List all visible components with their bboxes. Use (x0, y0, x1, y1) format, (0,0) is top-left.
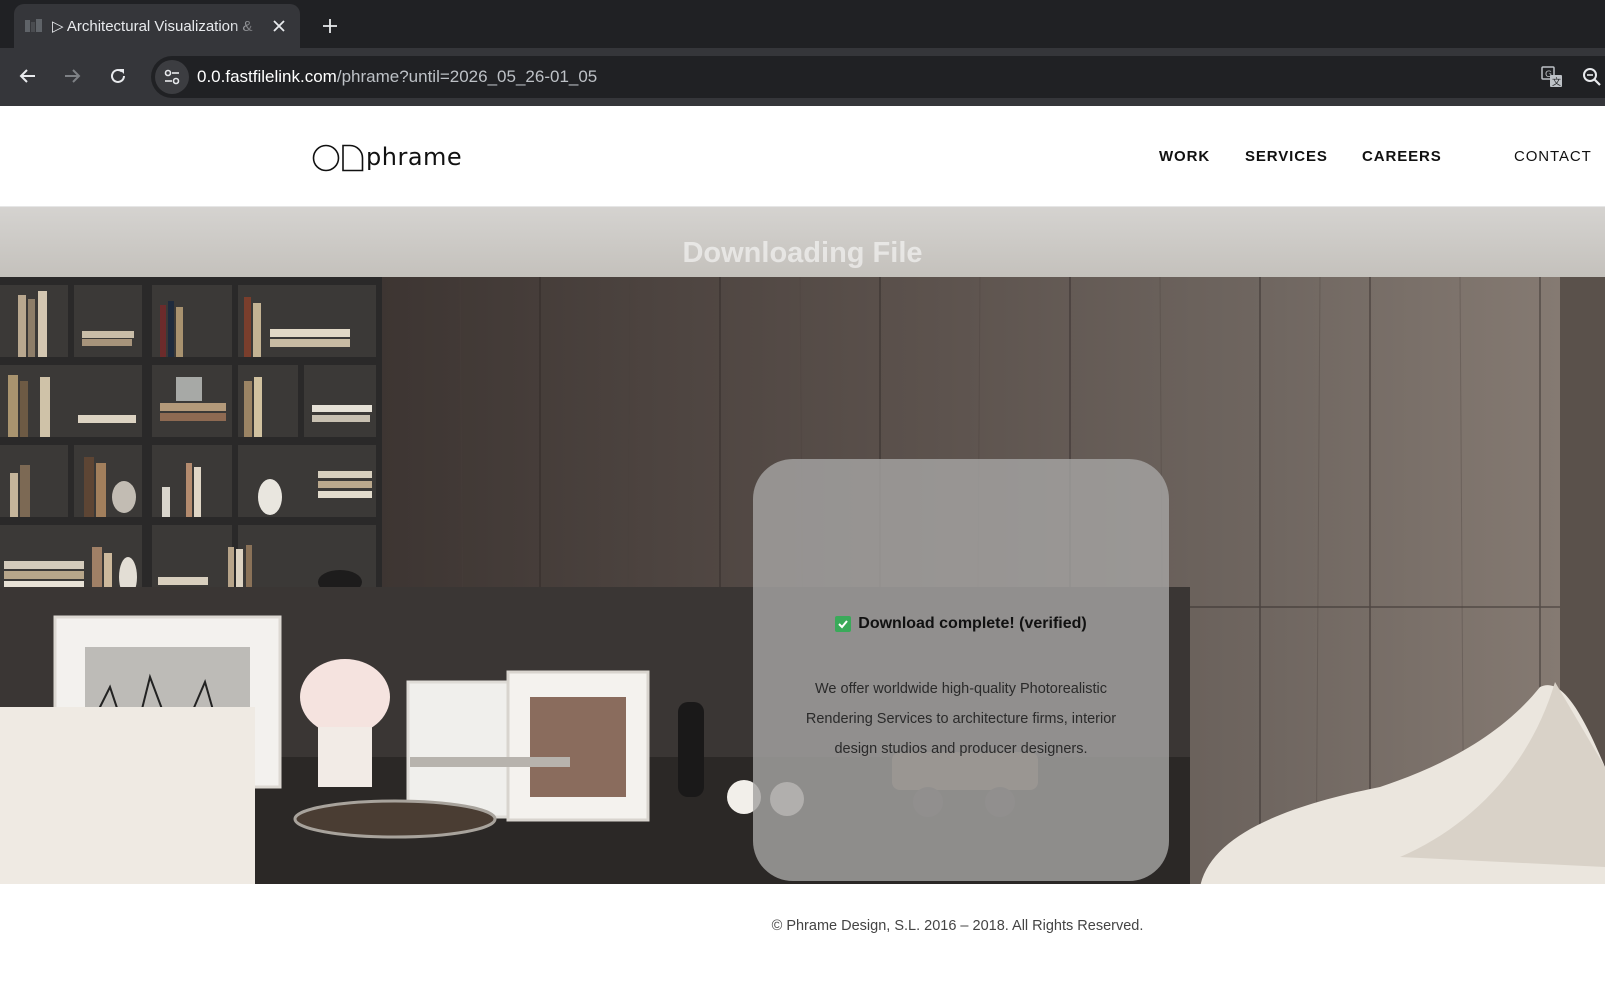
card-description: We offer worldwide high-quality Photorea… (805, 681, 1117, 757)
overlay-title: Downloading File (682, 237, 923, 269)
reload-icon[interactable] (102, 60, 134, 92)
site-info-icon[interactable] (155, 60, 189, 94)
site-header: phrame WORK SERVICES CAREERS CONTACT (0, 106, 1605, 207)
favicon-icon (24, 16, 44, 36)
svg-text:文: 文 (1552, 76, 1561, 88)
nav-careers[interactable]: CAREERS (1362, 148, 1442, 165)
check-icon (835, 616, 852, 632)
bookshelf (0, 277, 382, 607)
zoom-icon[interactable] (1579, 64, 1605, 90)
browser-tab[interactable]: ▷ Architectural Visualization & (14, 4, 300, 48)
hero-image: Downloading File Download complete! (ver… (0, 207, 1605, 884)
url-path: /phrame?until=2026_05_26-01_05 (336, 67, 598, 86)
download-card: Download complete! (verified) We offer w… (753, 459, 1169, 881)
url-text[interactable]: 0.0.fastfilelink.com/phrame?until=2026_0… (197, 67, 597, 87)
address-bar[interactable]: 0.0.fastfilelink.com/phrame?until=2026_0… (151, 56, 1605, 98)
nav-contact[interactable]: CONTACT (1514, 148, 1592, 165)
browser-toolbar: 0.0.fastfilelink.com/phrame?until=2026_0… (0, 48, 1605, 106)
footer-copyright: © Phrame Design, S.L. 2016 – 2018. All R… (771, 918, 1144, 934)
download-status: Download complete! (verified) (753, 615, 1169, 633)
svg-text:phrame: phrame (366, 143, 462, 171)
nav-work[interactable]: WORK (1159, 148, 1210, 165)
url-host: 0.0.fastfilelink.com (197, 67, 337, 86)
tab-title: ▷ Architectural Visualization & (52, 18, 253, 35)
browser-tab-strip: ▷ Architectural Visualization & (0, 0, 1605, 48)
forward-icon[interactable] (56, 60, 88, 92)
download-status-text: Download complete! (verified) (858, 615, 1087, 632)
translate-icon[interactable]: G文 (1539, 64, 1565, 90)
nav-services[interactable]: SERVICES (1245, 148, 1328, 165)
back-icon[interactable] (12, 60, 44, 92)
close-icon[interactable] (268, 15, 290, 37)
phrame-logo[interactable]: phrame (312, 140, 474, 176)
web-page: phrame WORK SERVICES CAREERS CONTACT Dow… (0, 106, 1605, 987)
plus-icon[interactable] (316, 12, 344, 40)
